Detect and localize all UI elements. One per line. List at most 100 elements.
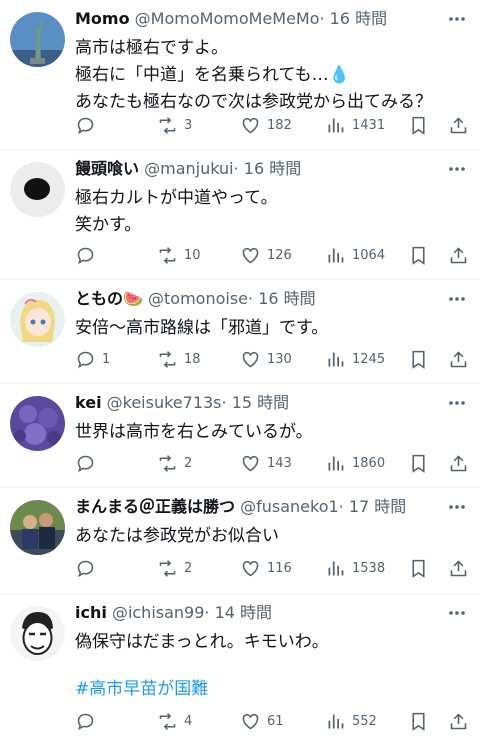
avatar[interactable] bbox=[10, 12, 65, 67]
retweet-button[interactable]: 4 bbox=[157, 709, 192, 733]
share-button[interactable] bbox=[448, 243, 469, 267]
more-icon[interactable] bbox=[446, 158, 468, 180]
reply-button[interactable] bbox=[75, 556, 102, 580]
timestamp[interactable]: · 15 時間 bbox=[222, 393, 290, 412]
avatar[interactable] bbox=[10, 606, 65, 661]
views-button[interactable]: 1064 bbox=[325, 243, 385, 267]
retweet-button[interactable]: 2 bbox=[157, 451, 192, 475]
share-icon bbox=[450, 559, 467, 576]
like-count: 116 bbox=[267, 560, 292, 576]
views-button[interactable]: 1431 bbox=[325, 113, 385, 137]
retweet-button[interactable]: 18 bbox=[157, 347, 201, 371]
reply-button[interactable] bbox=[75, 243, 102, 267]
share-icon bbox=[450, 350, 467, 367]
like-button[interactable]: 130 bbox=[240, 347, 292, 371]
retweet-icon bbox=[159, 116, 176, 134]
author-handle[interactable]: @MomoMomoMeMeMo bbox=[135, 9, 320, 28]
more-icon[interactable] bbox=[446, 496, 468, 518]
retweet-button[interactable]: 10 bbox=[157, 243, 201, 267]
tweet[interactable]: ともの🍉 @tomonoise· 16 時間 安倍〜高市路線は「邪道」です。 1… bbox=[0, 280, 480, 384]
like-count: 182 bbox=[267, 117, 292, 133]
hashtag-link[interactable]: #高市早苗が国難 bbox=[75, 676, 468, 703]
author-name[interactable]: 饅頭喰い bbox=[75, 159, 139, 178]
views-button[interactable]: 1245 bbox=[325, 347, 385, 371]
share-button[interactable] bbox=[448, 556, 469, 580]
more-icon[interactable] bbox=[446, 8, 468, 30]
view-count: 552 bbox=[352, 713, 377, 729]
author-name[interactable]: ichi bbox=[75, 603, 107, 622]
author-name[interactable]: ともの🍉 bbox=[75, 289, 143, 308]
author-handle[interactable]: @manjukui bbox=[144, 159, 233, 178]
timestamp[interactable]: · 17 時間 bbox=[339, 497, 407, 516]
more-icon[interactable] bbox=[446, 392, 468, 414]
like-button[interactable]: 116 bbox=[240, 556, 292, 580]
retweet-icon bbox=[159, 246, 176, 264]
reply-button[interactable] bbox=[75, 709, 102, 733]
bookmark-button[interactable] bbox=[408, 243, 429, 267]
tweet[interactable]: まんまる＠正義は勝つ @fusaneko1· 17 時間 あなたは参政党がお似合… bbox=[0, 488, 480, 594]
author-handle[interactable]: @ichisan99 bbox=[112, 603, 204, 622]
bookmark-icon bbox=[412, 454, 425, 473]
view-count: 1245 bbox=[352, 351, 386, 367]
tweet[interactable]: ichi @ichisan99· 14 時間 偽保守はだまっとれ。キモいわ。 #… bbox=[0, 594, 480, 742]
retweet-button[interactable]: 2 bbox=[157, 556, 192, 580]
share-button[interactable] bbox=[448, 113, 469, 137]
tweet-text: あなたは参政党がお似合い bbox=[75, 523, 468, 550]
like-button[interactable]: 182 bbox=[240, 113, 292, 137]
timestamp[interactable]: · 14 時間 bbox=[204, 603, 272, 622]
retweet-count: 2 bbox=[184, 560, 193, 576]
share-button[interactable] bbox=[448, 451, 469, 475]
more-icon[interactable] bbox=[446, 602, 468, 624]
tweet-line: 笑かす。 bbox=[75, 215, 142, 235]
views-button[interactable]: 1860 bbox=[325, 451, 385, 475]
retweet-icon bbox=[159, 454, 176, 472]
author-handle[interactable]: @keisuke713s bbox=[107, 393, 222, 412]
author-handle[interactable]: @fusaneko1 bbox=[240, 497, 339, 516]
bookmark-icon bbox=[412, 712, 425, 731]
like-button[interactable]: 126 bbox=[240, 243, 292, 267]
tweet[interactable]: 饅頭喰い @manjukui· 16 時間 極右カルトが中道やって。 笑かす。 1… bbox=[0, 150, 480, 280]
bookmark-button[interactable] bbox=[408, 347, 429, 371]
reply-button[interactable]: 1 bbox=[75, 347, 110, 371]
like-button[interactable]: 143 bbox=[240, 451, 292, 475]
share-button[interactable] bbox=[448, 709, 469, 733]
avatar[interactable] bbox=[10, 162, 65, 217]
author-name[interactable]: まんまる＠正義は勝つ bbox=[75, 497, 235, 516]
bookmark-button[interactable] bbox=[408, 556, 429, 580]
author-name[interactable]: Momo bbox=[75, 9, 130, 28]
like-button[interactable]: 61 bbox=[240, 709, 284, 733]
tweet[interactable]: kei @keisuke713s· 15 時間 世界は高市を右とみているが。 2… bbox=[0, 384, 480, 488]
views-button[interactable]: 1538 bbox=[325, 556, 385, 580]
retweet-icon bbox=[159, 559, 176, 577]
timestamp[interactable]: · 16 時間 bbox=[234, 159, 302, 178]
reply-icon bbox=[77, 247, 94, 264]
bookmark-button[interactable] bbox=[408, 709, 429, 733]
tweet-line: 極右カルトが中道やって。 bbox=[75, 188, 278, 208]
tweet-line: あなたは参政党がお似合い bbox=[75, 526, 279, 546]
author-name[interactable]: kei bbox=[75, 393, 102, 412]
tweet-header: ichi @ichisan99· 14 時間 bbox=[75, 602, 432, 624]
bookmark-button[interactable] bbox=[408, 113, 429, 137]
bookmark-button[interactable] bbox=[408, 451, 429, 475]
action-bar: 1 18 130 1245 bbox=[75, 347, 470, 371]
tweet-header: kei @keisuke713s· 15 時間 bbox=[75, 392, 432, 414]
reply-button[interactable] bbox=[75, 113, 102, 137]
share-button[interactable] bbox=[448, 347, 469, 371]
avatar[interactable] bbox=[10, 500, 65, 555]
bookmark-icon bbox=[412, 246, 425, 265]
tweet-text: 世界は高市を右とみているが。 bbox=[75, 419, 468, 446]
retweet-button[interactable]: 3 bbox=[157, 113, 192, 137]
tweet[interactable]: Momo @MomoMomoMeMeMo· 16 時間 高市は極右ですよ。 極右に… bbox=[0, 0, 480, 150]
more-icon[interactable] bbox=[446, 288, 468, 310]
avatar[interactable] bbox=[10, 396, 65, 451]
timestamp[interactable]: · 16 時間 bbox=[248, 289, 316, 308]
share-icon bbox=[450, 116, 467, 133]
reply-button[interactable] bbox=[75, 451, 102, 475]
views-button[interactable]: 552 bbox=[325, 709, 377, 733]
retweet-icon bbox=[159, 350, 176, 368]
timestamp[interactable]: · 16 時間 bbox=[320, 9, 388, 28]
author-handle[interactable]: @tomonoise bbox=[148, 289, 248, 308]
view-count: 1538 bbox=[352, 560, 386, 576]
avatar[interactable] bbox=[10, 292, 65, 347]
reply-icon bbox=[77, 117, 94, 134]
